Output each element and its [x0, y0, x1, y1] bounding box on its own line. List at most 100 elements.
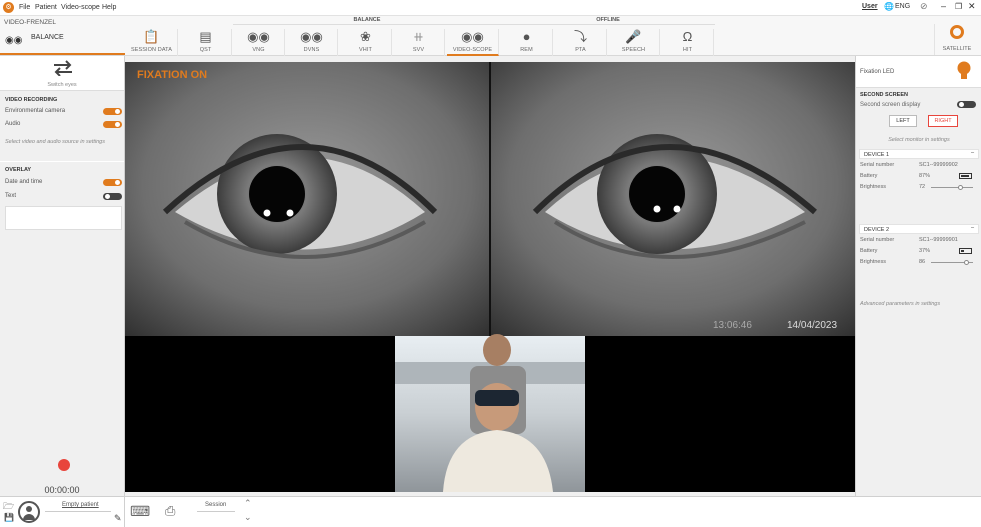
group-balance: BALANCE: [353, 17, 381, 23]
menu-help[interactable]: Help: [102, 4, 116, 11]
video-area: FIXATION ON 13:06:46 14/04/2023: [125, 62, 855, 492]
left-panel: Switch eyes VIDEO RECORDING Environmenta…: [0, 56, 125, 496]
mode-label: BALANCE: [31, 34, 64, 41]
app-logo-icon: ⚙: [3, 2, 14, 13]
globe-icon[interactable]: 🌐: [884, 2, 894, 11]
tool-pta[interactable]: ⤵ PTA: [555, 29, 607, 56]
module-toolbar: VIDEO-FRENZEL ◉◉ BALANCE BALANCE OFFLINE…: [0, 16, 981, 56]
device-1-brightness: 72: [919, 184, 926, 190]
menu-file[interactable]: File: [19, 4, 30, 11]
fixation-led-label: Fixation LED: [860, 69, 895, 75]
tool-hit[interactable]: Ω HIT: [662, 29, 714, 56]
overlay-title: OVERLAY: [5, 167, 32, 173]
right-monitor-button[interactable]: RIGHT: [928, 115, 958, 127]
second-screen-title: SECOND SCREEN: [860, 92, 908, 98]
patient-name-link[interactable]: Empty patient: [62, 502, 99, 508]
left-monitor-button[interactable]: LEFT: [889, 115, 917, 127]
language-label[interactable]: ENG: [895, 3, 910, 10]
left-glint: [286, 209, 294, 217]
device-2-brightness-knob[interactable]: [964, 260, 969, 265]
save-icon[interactable]: 💾: [4, 513, 14, 522]
env-camera-toggle[interactable]: [103, 108, 122, 115]
tool-svv[interactable]: ⧺ SVV: [393, 29, 445, 56]
video-recording-title: VIDEO RECORDING: [5, 97, 58, 103]
time-overlay: 13:06:46: [713, 320, 752, 331]
second-screen-toggle[interactable]: [957, 101, 976, 108]
examiner-figure: [483, 334, 511, 366]
restore-icon[interactable]: ❐: [955, 2, 962, 11]
tool-rem[interactable]: ● REM: [501, 29, 553, 56]
audio-label: Audio: [5, 121, 21, 127]
edit-pencil-icon[interactable]: ✎: [114, 513, 122, 524]
device-1-battery-fill: [961, 175, 969, 177]
printer-icon[interactable]: ⎙: [165, 503, 175, 519]
tool-qst[interactable]: ▤ QST: [180, 29, 232, 56]
second-screen-display-label: Second screen display: [860, 102, 921, 108]
chevron-down-icon[interactable]: ⌄: [244, 512, 252, 523]
lightbulb-icon[interactable]: [957, 61, 971, 81]
device-2-header[interactable]: DEVICE 2 –: [859, 224, 979, 234]
device-1-serial: SC1--99999902: [919, 162, 958, 168]
device-1-brightness-slider[interactable]: [931, 185, 973, 190]
advanced-hint: Advanced parameters in settings: [860, 301, 941, 307]
device-2-brightness-slider[interactable]: [931, 260, 973, 265]
env-camera-label: Environmental camera: [5, 108, 66, 114]
menu-video-scope[interactable]: Video-scope: [61, 4, 100, 11]
device-1-battery-icon: [959, 173, 972, 179]
goggles-icon: ◉◉: [247, 29, 270, 44]
video-feeds: [125, 62, 855, 492]
tool-speech[interactable]: 🎤 SPEECH: [608, 29, 660, 56]
menu-patient[interactable]: Patient: [35, 4, 57, 11]
device-2-brightness: 86: [919, 259, 926, 265]
scanner-icon[interactable]: ⌨: [130, 503, 150, 520]
clipboard-icon: 📋: [143, 29, 160, 44]
collapse-icon[interactable]: –: [971, 225, 974, 231]
swap-arrows-icon: [54, 60, 72, 76]
tool-vhit[interactable]: ❀ VHIT: [340, 29, 392, 56]
chevron-up-icon[interactable]: ⌃: [244, 498, 252, 509]
tool-vng[interactable]: ◉◉ VNG: [233, 29, 285, 56]
source-hint: Select video and audio source in setting…: [5, 139, 105, 145]
text-label: Text: [5, 193, 17, 199]
device-1-header[interactable]: DEVICE 1 –: [859, 149, 979, 159]
device-2-battery-icon: [959, 248, 972, 254]
device-2-battery-fill: [961, 250, 964, 252]
record-button[interactable]: [58, 459, 70, 471]
session-label: Session: [205, 502, 227, 508]
satellite-button[interactable]: SATELLITE: [934, 24, 978, 55]
tool-video-scope[interactable]: ◉◉ VIDEO-SCOPE: [447, 29, 499, 56]
right-glint: [653, 205, 661, 213]
headphones-icon: Ω: [682, 29, 693, 44]
audio-toggle[interactable]: [103, 121, 122, 128]
tool-session-data[interactable]: 📋 SESSION DATA: [126, 29, 178, 56]
device-2-battery: 37%: [919, 248, 931, 254]
microphone-icon: 🎤: [625, 29, 642, 44]
ear-icon: ●: [522, 29, 531, 44]
record-timer: 00:00:00: [44, 485, 80, 495]
tool-dvns[interactable]: ◉◉ DVNS: [286, 29, 338, 56]
collapse-icon[interactable]: –: [971, 150, 974, 156]
close-icon[interactable]: ✕: [968, 1, 976, 12]
camera-goggles-icon: ◉◉: [461, 29, 484, 44]
patient-avatar[interactable]: [18, 501, 40, 523]
goggles-icon: ◉◉: [300, 29, 323, 44]
date-time-label: Date and time: [5, 179, 43, 185]
left-pupil: [249, 166, 305, 222]
date-time-toggle[interactable]: [103, 179, 122, 186]
overlay-text-input[interactable]: [5, 206, 122, 230]
switch-eyes-button[interactable]: Switch eyes: [0, 56, 124, 91]
device-1-brightness-knob[interactable]: [958, 185, 963, 190]
right-panel: Fixation LED SECOND SCREEN Second screen…: [855, 56, 981, 496]
left-glint: [263, 209, 271, 217]
user-link[interactable]: User: [862, 3, 878, 10]
right-glint: [673, 205, 681, 213]
minimize-icon[interactable]: –: [941, 1, 946, 11]
device-1-battery: 87%: [919, 173, 931, 179]
fixation-status-overlay: FIXATION ON: [137, 69, 208, 81]
date-overlay: 14/04/2023: [787, 320, 838, 331]
goggles-icon: ◉◉: [5, 35, 23, 46]
mode-underline: [0, 53, 125, 55]
text-toggle[interactable]: [103, 193, 122, 200]
pen-off-icon[interactable]: ⊘: [920, 1, 928, 12]
app-name: VIDEO-FRENZEL: [4, 19, 57, 26]
